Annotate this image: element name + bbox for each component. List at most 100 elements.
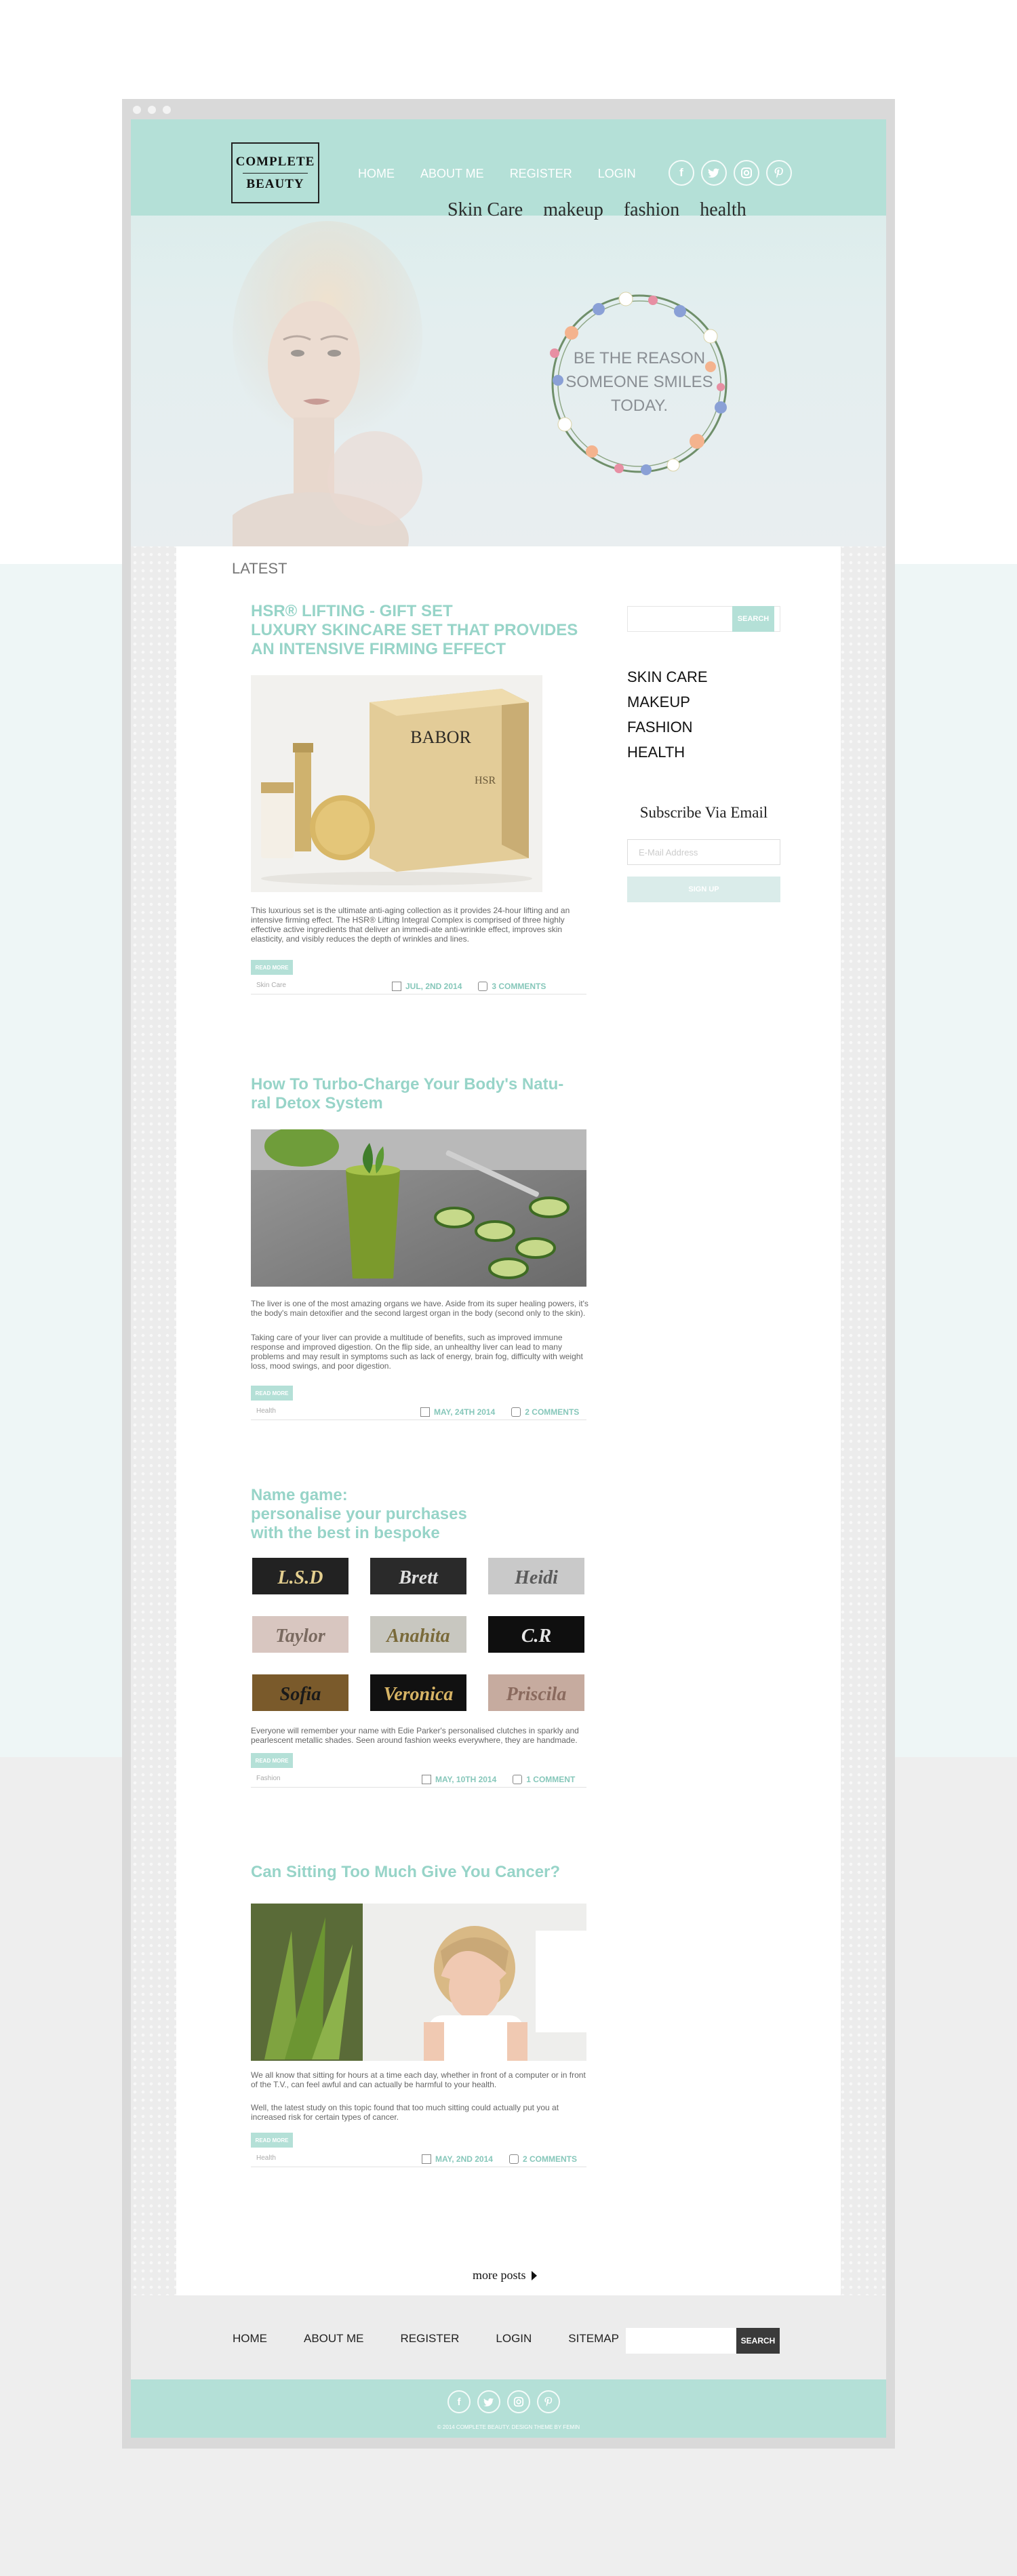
post-date: MAY, 10TH 2014 xyxy=(435,1775,497,1784)
post-comments-link[interactable]: 2 COMMENTS xyxy=(523,2154,577,2164)
footer: HOME ABOUT ME REGISTER LOGIN SITEMAP SEA… xyxy=(131,2295,886,2379)
page-viewport: COMPLETE BEAUTY HOME ABOUT ME REGISTER L… xyxy=(131,119,886,2438)
post-meta: MAY, 24TH 2014 2 COMMENTS xyxy=(420,1407,579,1417)
post-category[interactable]: Health xyxy=(256,1407,276,1415)
hero-portrait xyxy=(233,221,422,546)
post-image[interactable]: L.S.D Brett Heidi Taylor Anahita C.R Sof… xyxy=(251,1556,586,1716)
footer-nav-register[interactable]: REGISTER xyxy=(400,2332,459,2346)
post-excerpt: We all know that sitting for hours at a … xyxy=(251,2070,586,2089)
twitter-icon[interactable] xyxy=(477,2390,500,2413)
clutch-name: Veronica xyxy=(384,1684,454,1705)
more-posts-link[interactable]: more posts xyxy=(473,2268,537,2282)
footer-search-input[interactable] xyxy=(626,2328,736,2354)
sidebar-cat-fashion[interactable]: FASHION xyxy=(627,719,708,736)
svg-text:HSR: HSR xyxy=(475,775,496,786)
sidebar-search-button[interactable]: SEARCH xyxy=(732,606,774,632)
post-title[interactable]: How To Turbo-Charge Your Body's Natu- ra… xyxy=(251,1075,563,1113)
site-logo[interactable]: COMPLETE BEAUTY xyxy=(231,142,319,203)
footer-nav: HOME ABOUT ME REGISTER LOGIN SITEMAP xyxy=(233,2332,619,2346)
logo-line-1: COMPLETE xyxy=(235,154,315,169)
comments-icon xyxy=(478,982,488,991)
header-socials: f xyxy=(669,160,792,186)
pinterest-icon[interactable] xyxy=(766,160,792,186)
calendar-icon xyxy=(422,1775,431,1784)
more-posts-label: more posts xyxy=(473,2268,526,2282)
post-date: JUL, 2ND 2014 xyxy=(405,982,462,991)
calendar-icon xyxy=(420,1407,430,1417)
sidebar-categories: SKIN CARE MAKEUP FASHION HEALTH xyxy=(627,668,708,761)
instagram-icon[interactable] xyxy=(734,160,759,186)
twitter-icon[interactable] xyxy=(701,160,727,186)
cat-fashion[interactable]: fashion xyxy=(624,199,679,221)
top-nav: HOME ABOUT ME REGISTER LOGIN xyxy=(358,167,636,181)
section-label: LATEST xyxy=(232,560,287,577)
sidebar-cat-health[interactable]: HEALTH xyxy=(627,744,708,761)
quote-line-3: TODAY. xyxy=(611,397,668,415)
post-comments-link[interactable]: 3 COMMENTS xyxy=(492,982,546,991)
instagram-icon[interactable] xyxy=(507,2390,530,2413)
clutch-name: Anahita xyxy=(385,1626,450,1647)
post-category[interactable]: Fashion xyxy=(256,1775,281,1782)
hero-quote-wreath: BE THE REASON SOMEONE SMILES TODAY. xyxy=(550,291,727,475)
arrow-right-icon xyxy=(531,2270,537,2280)
footer-nav-login[interactable]: LOGIN xyxy=(496,2332,532,2346)
post-image[interactable] xyxy=(251,1904,586,2061)
post-meta: JUL, 2ND 2014 3 COMMENTS xyxy=(392,982,546,991)
window-dot-maximize[interactable] xyxy=(163,106,171,114)
post-excerpt: Well, the latest study on this topic fou… xyxy=(251,2103,559,2122)
post-meta: MAY, 2ND 2014 2 COMMENTS xyxy=(422,2154,577,2164)
facebook-icon[interactable]: f xyxy=(447,2390,471,2413)
clutch-name: Priscila xyxy=(506,1684,567,1705)
post-title[interactable]: Can Sitting Too Much Give You Cancer? xyxy=(251,1863,560,1882)
sidebar-cat-skin-care[interactable]: SKIN CARE xyxy=(627,668,708,686)
window-dot-minimize[interactable] xyxy=(148,106,156,114)
nav-about[interactable]: ABOUT ME xyxy=(420,167,484,181)
post-comments-link[interactable]: 1 COMMENT xyxy=(526,1775,575,1784)
window-dot-close[interactable] xyxy=(133,106,141,114)
product-brand-text: BABOR xyxy=(410,727,471,747)
quote-line-2: SOMEONE SMILES xyxy=(565,373,713,391)
category-nav: Skin Care makeup fashion health xyxy=(447,199,746,221)
sidebar-cat-makeup[interactable]: MAKEUP xyxy=(627,693,708,711)
clutch-name: Taylor xyxy=(275,1626,326,1647)
footer-search-button[interactable]: SEARCH xyxy=(736,2328,780,2354)
nav-login[interactable]: LOGIN xyxy=(598,167,636,181)
facebook-icon[interactable]: f xyxy=(669,160,694,186)
main-content: LATEST HSR® LIFTING - GIFT SET LUXURY SK… xyxy=(176,546,841,2295)
signup-button[interactable]: SIGN UP xyxy=(627,877,780,902)
pinterest-icon[interactable] xyxy=(537,2390,560,2413)
quote-line-1: BE THE REASON xyxy=(574,349,705,367)
post-date: MAY, 2ND 2014 xyxy=(435,2154,493,2164)
footer-nav-about[interactable]: ABOUT ME xyxy=(304,2332,363,2346)
post-title[interactable]: Name game: personalise your purchases wi… xyxy=(251,1486,467,1543)
header: COMPLETE BEAUTY HOME ABOUT ME REGISTER L… xyxy=(131,119,886,546)
post-category[interactable]: Skin Care xyxy=(256,982,286,989)
nav-home[interactable]: HOME xyxy=(358,167,395,181)
read-more-button[interactable]: READ MORE xyxy=(251,960,293,975)
post-comments-link[interactable]: 2 COMMENTS xyxy=(525,1407,579,1417)
footer-nav-home[interactable]: HOME xyxy=(233,2332,267,2346)
cat-skin-care[interactable]: Skin Care xyxy=(447,199,523,221)
read-more-button[interactable]: READ MORE xyxy=(251,2133,293,2148)
post-excerpt: The liver is one of the most amazing org… xyxy=(251,1299,589,1318)
read-more-button[interactable]: READ MORE xyxy=(251,1386,293,1401)
email-field[interactable]: E-Mail Address xyxy=(627,839,780,865)
logo-line-2: BEAUTY xyxy=(246,176,304,191)
footer-nav-sitemap[interactable]: SITEMAP xyxy=(568,2332,619,2346)
post-image[interactable]: BABOR HSR xyxy=(251,675,542,892)
footer-bottom-bar: f © 2014 COMPLETE BEAUTY. DESIGN THEME B… xyxy=(131,2379,886,2438)
post-excerpt: Taking care of your liver can provide a … xyxy=(251,1333,583,1371)
copyright-text: © 2014 COMPLETE BEAUTY. DESIGN THEME BY … xyxy=(437,2424,580,2430)
clutch-name: Brett xyxy=(398,1567,439,1588)
nav-register[interactable]: REGISTER xyxy=(510,167,572,181)
cat-health[interactable]: health xyxy=(700,199,746,221)
read-more-button[interactable]: READ MORE xyxy=(251,1753,293,1768)
comments-icon xyxy=(509,2154,519,2164)
post-title[interactable]: HSR® LIFTING - GIFT SET LUXURY SKINCARE … xyxy=(251,602,578,659)
post-image[interactable] xyxy=(251,1129,586,1287)
post-excerpt: Everyone will remember your name with Ed… xyxy=(251,1726,579,1745)
calendar-icon xyxy=(422,2154,431,2164)
comments-icon xyxy=(511,1407,521,1417)
post-category[interactable]: Health xyxy=(256,2154,276,2162)
cat-makeup[interactable]: makeup xyxy=(543,199,603,221)
